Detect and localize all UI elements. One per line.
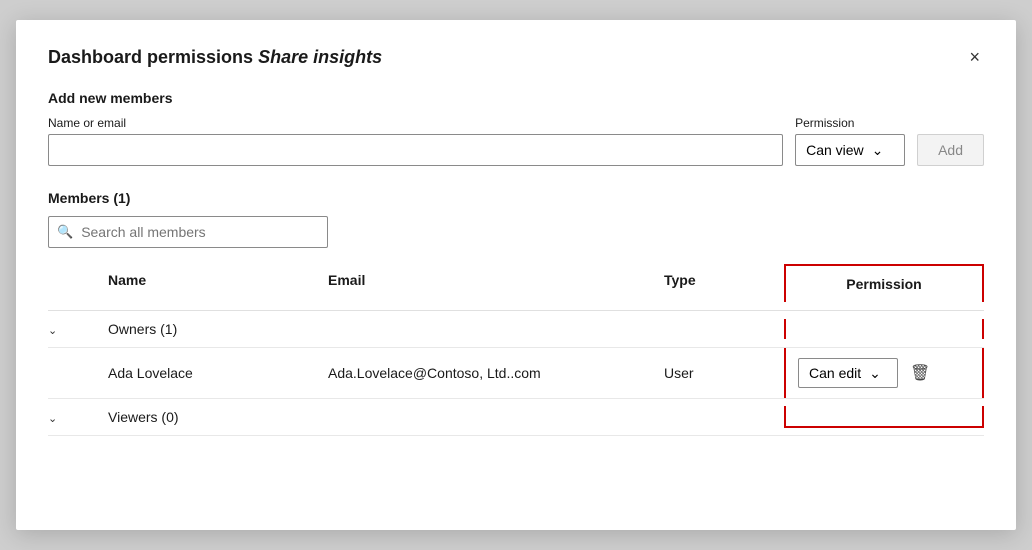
chevron-down-icon: ⌄ — [872, 142, 884, 159]
members-table: Name Email Type Permission ⌄ Owners (1) … — [48, 264, 984, 436]
members-section-label: Members (1) — [48, 190, 984, 206]
viewers-chevron-icon[interactable]: ⌄ — [48, 413, 57, 425]
can-edit-dropdown[interactable]: Can edit ⌄ — [798, 358, 898, 388]
permission-top-label: Permission — [795, 116, 905, 130]
table-row: Ada Lovelace Ada.Lovelace@Contoso, Ltd..… — [48, 348, 984, 399]
name-email-input[interactable] — [48, 134, 783, 166]
member-type: User — [664, 355, 784, 391]
owners-group-row: ⌄ Owners (1) — [48, 311, 984, 348]
delete-member-button[interactable]: 🗑 — [906, 359, 934, 387]
th-type: Type — [664, 264, 784, 302]
member-name: Ada Lovelace — [108, 355, 328, 391]
th-spacer — [48, 264, 108, 302]
viewers-permission-spacer — [784, 406, 984, 428]
name-input-group: Name or email — [48, 116, 783, 166]
th-permission: Permission — [784, 264, 984, 302]
members-section: Members (1) 🔍 — [48, 190, 984, 248]
th-name: Name — [108, 264, 328, 302]
permission-dropdown[interactable]: Can view ⌄ — [795, 134, 905, 166]
search-icon: 🔍 — [57, 224, 73, 240]
owners-chevron-cell: ⌄ — [48, 311, 108, 347]
modal-header: Dashboard permissions Share insights × — [48, 44, 984, 70]
add-permission-group: Permission Can view ⌄ — [795, 116, 905, 166]
modal-title: Dashboard permissions Share insights — [48, 47, 382, 68]
chevron-down-icon: ⌄ — [869, 365, 881, 382]
add-members-label: Add new members — [48, 90, 984, 106]
permissions-modal: Dashboard permissions Share insights × A… — [16, 20, 1016, 530]
add-button[interactable]: Add — [917, 134, 984, 166]
member-permission-cell: Can edit ⌄ 🗑 — [784, 348, 984, 398]
owners-chevron-icon[interactable]: ⌄ — [48, 325, 57, 337]
viewers-group-label: Viewers (0) — [108, 399, 328, 435]
owners-group-label: Owners (1) — [108, 311, 328, 347]
search-box: 🔍 — [48, 216, 328, 248]
name-email-label: Name or email — [48, 116, 783, 130]
search-input[interactable] — [81, 224, 319, 240]
th-email: Email — [328, 264, 664, 302]
member-email: Ada.Lovelace@Contoso, Ltd..com — [328, 355, 664, 391]
close-button[interactable]: × — [965, 44, 984, 70]
owners-permission-spacer — [784, 319, 984, 339]
viewers-chevron-cell: ⌄ — [48, 399, 108, 435]
add-members-row: Name or email Permission Can view ⌄ Add — [48, 116, 984, 166]
table-header: Name Email Type Permission — [48, 264, 984, 311]
viewers-group-row: ⌄ Viewers (0) — [48, 399, 984, 436]
